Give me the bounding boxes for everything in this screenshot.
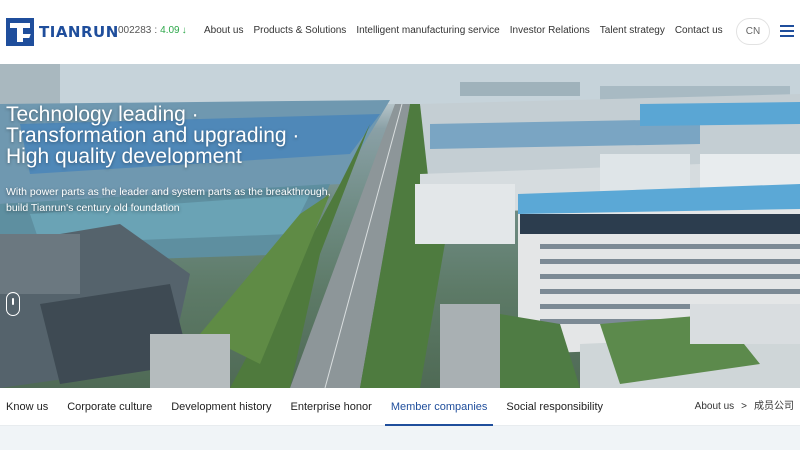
- breadcrumb: About us > 成员公司: [695, 388, 794, 426]
- site-header: TIANRUN 002283:4.09 ↓ About us Products &…: [0, 0, 800, 64]
- content-area-top: [0, 426, 800, 450]
- scroll-down-icon[interactable]: [6, 292, 20, 316]
- stock-price: 4.09: [160, 25, 180, 36]
- logo-mark-icon: [6, 18, 34, 46]
- language-toggle-button[interactable]: CN: [736, 18, 770, 45]
- subnav-item-corporate-culture[interactable]: Corporate culture: [67, 388, 152, 426]
- breadcrumb-separator: >: [741, 401, 747, 412]
- subnav-item-enterprise-honor[interactable]: Enterprise honor: [290, 388, 371, 426]
- hero-title-line: Transformation and upgrading ·: [6, 124, 300, 147]
- nav-products-solutions[interactable]: Products & Solutions: [253, 25, 346, 36]
- logo-text: TIANRUN: [39, 23, 119, 41]
- hero-subtitle-line: build Tianrun's century old foundation: [6, 202, 180, 214]
- logo[interactable]: TIANRUN: [6, 18, 119, 46]
- hero-banner: Technology leading · Transformation and …: [0, 64, 800, 388]
- main-nav: About us Products & Solutions Intelligen…: [204, 25, 733, 36]
- stock-ticker: 002283:4.09 ↓: [118, 25, 187, 36]
- nav-intelligent-manufacturing[interactable]: Intelligent manufacturing service: [356, 25, 499, 36]
- stock-separator: :: [154, 25, 158, 36]
- subnav-item-social-responsibility[interactable]: Social responsibility: [506, 388, 603, 426]
- hamburger-menu-icon[interactable]: [780, 25, 794, 37]
- breadcrumb-parent[interactable]: About us: [695, 401, 734, 412]
- hero-title-line: Technology leading ·: [6, 103, 199, 126]
- hero-title: Technology leading · Transformation and …: [6, 104, 299, 167]
- subnav-item-member-companies[interactable]: Member companies: [384, 388, 493, 426]
- arrow-down-icon: ↓: [181, 25, 187, 36]
- hero-subtitle: With power parts as the leader and syste…: [6, 184, 336, 216]
- breadcrumb-current: 成员公司: [754, 401, 794, 412]
- subnav-item-development-history[interactable]: Development history: [171, 388, 271, 426]
- stock-code: 002283: [118, 25, 152, 36]
- hero-title-line: High quality development: [6, 145, 242, 168]
- nav-about-us[interactable]: About us: [204, 25, 243, 36]
- nav-investor-relations[interactable]: Investor Relations: [510, 25, 590, 36]
- subnav-item-know-us[interactable]: Know us: [6, 388, 48, 426]
- nav-talent-strategy[interactable]: Talent strategy: [600, 25, 665, 36]
- section-subnav: Know us Corporate culture Development hi…: [0, 388, 800, 426]
- hero-subtitle-line: With power parts as the leader and syste…: [6, 186, 331, 198]
- nav-contact-us[interactable]: Contact us: [675, 25, 723, 36]
